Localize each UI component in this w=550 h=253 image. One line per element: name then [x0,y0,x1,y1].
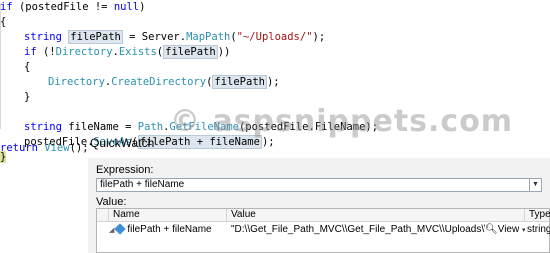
brace: { [24,61,31,73]
keyword-if: if [0,1,13,13]
watch-grid: Name Value Type ◢ filePath + fileName "D:… [96,208,550,253]
header-spacer [97,209,109,222]
magnifier-icon: 🔍︎ [485,224,498,235]
code-inner-open-brace: { [24,60,30,75]
keyword-string: string [24,121,62,133]
method-exists: Exists [118,46,157,58]
brace: { [0,16,7,28]
highlighted-filepath[interactable]: filePath [212,75,267,89]
code-line-if-exists: if (!Directory.Exists(filePath)) [24,45,230,60]
type-directory: Directory [48,76,105,88]
code-text: (); [69,142,89,154]
code-text: ); [266,76,280,88]
expand-arrow-icon[interactable]: ◢ [109,224,114,237]
quickwatch-panel: Expression: filePath + fileName ▼ Value:… [88,158,550,253]
dropdown-arrow-icon[interactable]: ▼ [529,179,541,191]
code-inner-close-brace: } [24,90,30,105]
row-name-cell: ◢ filePath + fileName [109,223,227,237]
code-open-brace: { [0,15,6,30]
expression-label: Expression: [96,164,154,176]
property-icon [114,223,127,235]
expression-value: filePath + fileName [100,179,185,190]
chevron-down-icon: ▾ [521,227,525,234]
table-row[interactable]: ◢ filePath + fileName "D:\\Get_File_Path_… [97,223,550,237]
code-line-return: return View(); [0,142,89,154]
highlighted-filepath[interactable]: filePath [68,30,123,44]
type-path: Path [137,121,164,133]
code-text: ) [139,1,146,13]
code-text: (postedFile != [12,1,114,13]
method-mappath: MapPath [186,31,231,43]
row-value-cell: "D:\\Get_File_Path_MVC\\Get_File_Path_MV… [227,223,485,237]
column-header-type[interactable]: Type [525,209,550,222]
keyword-return: return [0,142,38,154]
code-text: )) [217,46,231,58]
keyword-if: if [24,46,37,58]
code-line-filepath: string filePath = Server.MapPath("~/Uplo… [24,30,325,45]
view-label: View [497,224,520,235]
method-view: View [44,142,70,154]
string-literal: "~/Uploads/" [236,31,313,43]
highlighted-filepath[interactable]: filePath [163,45,218,59]
type-directory: Directory [55,46,113,58]
quickwatch-title: QuickWatch [90,136,155,150]
row-type-cell: string [527,223,550,237]
code-text: ); [312,31,326,43]
row-value[interactable]: "D:\\Get_File_Path_MVC\\Get_File_Path_MV… [231,224,485,235]
brace: } [24,91,31,103]
column-header-name[interactable]: Name [109,209,227,222]
keyword-string: string [24,31,62,43]
method-createdirectory: CreateDirectory [111,76,207,88]
code-text: fileName = [61,121,138,133]
column-header-value[interactable]: Value [227,209,525,222]
code-text: (! [36,46,56,58]
code-line-if: if (postedFile != null) [0,0,145,15]
watermark: © aspsnippets.com [170,104,514,139]
row-type: string [527,224,550,235]
grid-header: Name Value Type [97,209,550,222]
expand-cell [99,223,109,237]
value-label: Value: [96,196,127,208]
keyword-null: null [113,1,140,13]
row-name: filePath + fileName [127,224,212,235]
code-line-create-directory: Directory.CreateDirectory(filePath); [48,75,280,90]
view-visualizer[interactable]: 🔍︎View ▾ [485,223,525,237]
expression-input[interactable]: filePath + fileName ▼ [96,178,542,192]
code-text: = Server. [122,31,187,43]
